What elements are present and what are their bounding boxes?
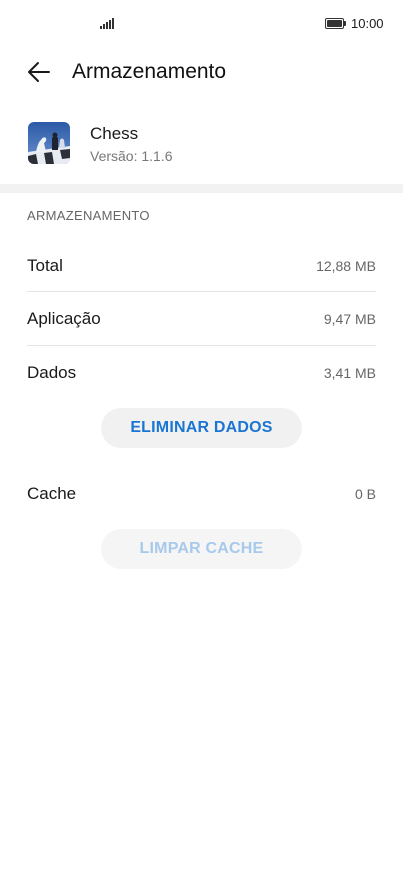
back-button[interactable]: [22, 57, 56, 87]
row-label: Total: [27, 255, 63, 275]
app-version: Versão: 1.1.6: [90, 148, 173, 164]
status-bar: 10:00: [0, 0, 403, 48]
app-bar: Armazenamento: [0, 48, 403, 98]
row-value: 9,47 MB: [323, 310, 376, 327]
storage-row-app: Aplicação 9,47 MB: [27, 292, 376, 345]
clear-cache-button[interactable]: LIMPAR CACHE: [101, 529, 302, 569]
storage-row-total: Total 12,88 MB: [27, 239, 376, 292]
page-title: Armazenamento: [72, 60, 227, 83]
clear-data-button[interactable]: ELIMINAR DADOS: [101, 408, 302, 448]
section-header-storage: ARMAZENAMENTO: [27, 208, 150, 223]
app-info: Chess Versão: 1.1.6: [0, 118, 403, 172]
row-value: 12,88 MB: [316, 257, 376, 274]
back-arrow-icon: [28, 62, 50, 82]
storage-row-data: Dados 3,41 MB: [27, 346, 376, 399]
app-name: Chess: [90, 124, 139, 143]
row-label: Dados: [27, 362, 77, 382]
row-label: Aplicação: [27, 308, 101, 328]
battery-icon: [325, 18, 347, 29]
status-time: 10:00: [351, 16, 384, 31]
section-divider: [0, 184, 403, 193]
chess-app-icon: [28, 122, 70, 164]
row-value: 3,41 MB: [323, 364, 376, 381]
row-value: 0 B: [354, 485, 376, 502]
storage-row-cache: Cache 0 B: [27, 467, 376, 520]
signal-icon: [100, 17, 114, 29]
row-label: Cache: [27, 483, 77, 503]
